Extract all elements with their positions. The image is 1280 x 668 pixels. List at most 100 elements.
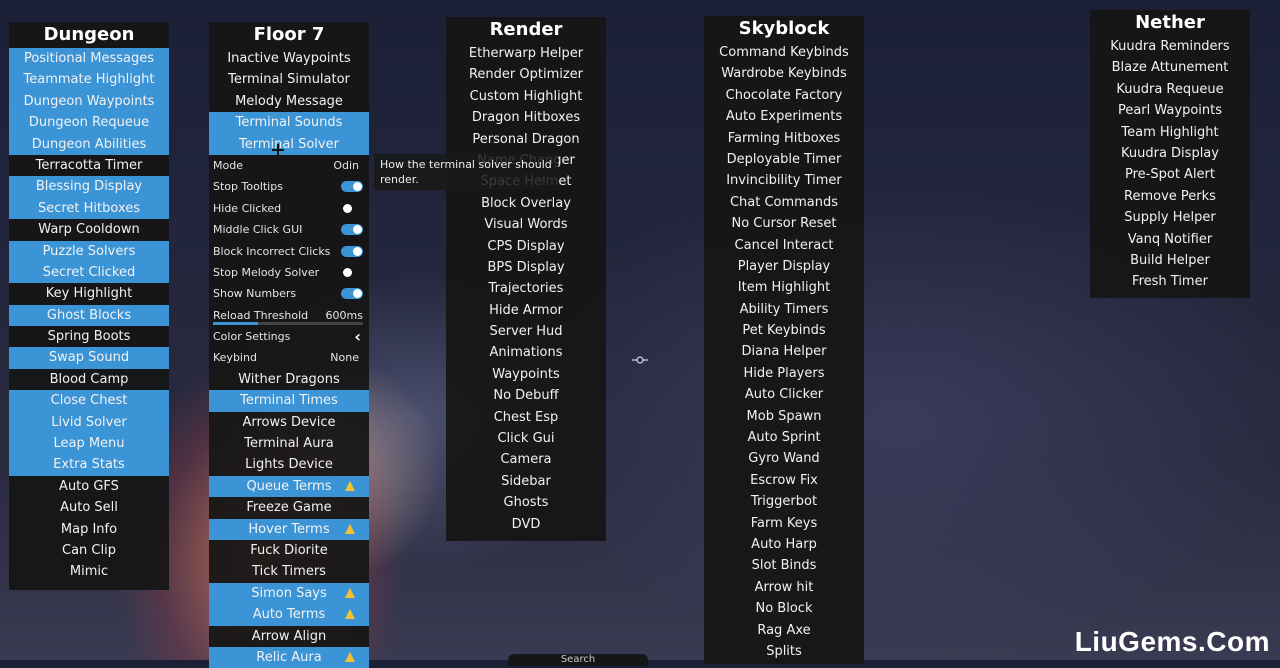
module-dungeon-abilities[interactable]: Dungeon Abilities: [9, 133, 169, 155]
module-terminal-times[interactable]: Terminal Times: [209, 390, 369, 412]
module-fresh-timer[interactable]: Fresh Timer: [1090, 271, 1250, 292]
module-ghosts[interactable]: Ghosts: [446, 492, 606, 513]
module-no-cursor-reset[interactable]: No Cursor Reset: [704, 213, 864, 234]
setting-block-incorrect-clicks[interactable]: Block Incorrect Clicks: [209, 241, 369, 262]
module-visual-words[interactable]: Visual Words: [446, 214, 606, 235]
module-click-gui[interactable]: Click Gui: [446, 428, 606, 449]
module-auto-clicker[interactable]: Auto Clicker: [704, 384, 864, 405]
module-triggerbot[interactable]: Triggerbot: [704, 491, 864, 512]
module-team-highlight[interactable]: Team Highlight: [1090, 122, 1250, 143]
render-panel-title[interactable]: Render: [446, 17, 606, 43]
module-fuck-diorite[interactable]: Fuck Diorite: [209, 540, 369, 561]
module-hide-armor[interactable]: Hide Armor: [446, 300, 606, 321]
module-kuudra-reminders[interactable]: Kuudra Reminders: [1090, 36, 1250, 57]
module-wither-dragons[interactable]: Wither Dragons: [209, 369, 369, 390]
module-ability-timers[interactable]: Ability Timers: [704, 299, 864, 320]
module-build-helper[interactable]: Build Helper: [1090, 250, 1250, 271]
module-mob-spawn[interactable]: Mob Spawn: [704, 406, 864, 427]
module-key-highlight[interactable]: Key Highlight: [9, 283, 169, 304]
module-pre-spot-alert[interactable]: Pre-Spot Alert: [1090, 164, 1250, 185]
module-pet-keybinds[interactable]: Pet Keybinds: [704, 320, 864, 341]
setting-color-settings[interactable]: Color Settings ‹: [209, 326, 369, 347]
chevron-left-icon[interactable]: ‹: [354, 326, 361, 347]
module-cps-display[interactable]: CPS Display: [446, 236, 606, 257]
module-deployable-timer[interactable]: Deployable Timer: [704, 149, 864, 170]
module-camera[interactable]: Camera: [446, 449, 606, 470]
module-sidebar[interactable]: Sidebar: [446, 471, 606, 492]
module-map-info[interactable]: Map Info: [9, 519, 169, 540]
module-terminal-simulator[interactable]: Terminal Simulator: [209, 69, 369, 90]
setting-stop-melody-solver[interactable]: Stop Melody Solver: [209, 262, 369, 283]
setting-reload-threshold[interactable]: Reload Threshold 600ms: [209, 305, 369, 326]
module-no-block[interactable]: No Block: [704, 598, 864, 619]
module-puzzle-solvers[interactable]: Puzzle Solvers: [9, 240, 169, 262]
module-auto-experiments[interactable]: Auto Experiments: [704, 106, 864, 127]
dungeon-panel-title[interactable]: Dungeon: [9, 22, 169, 48]
module-rag-axe[interactable]: Rag Axe: [704, 620, 864, 641]
module-kuudra-display[interactable]: Kuudra Display: [1090, 143, 1250, 164]
module-chocolate-factory[interactable]: Chocolate Factory: [704, 85, 864, 106]
module-no-debuff[interactable]: No Debuff: [446, 385, 606, 406]
module-dungeon-requeue[interactable]: Dungeon Requeue: [9, 112, 169, 134]
setting-hide-clicked[interactable]: Hide Clicked: [209, 198, 369, 219]
module-secret-clicked[interactable]: Secret Clicked: [9, 261, 169, 284]
module-animations[interactable]: Animations: [446, 342, 606, 363]
module-chest-esp[interactable]: Chest Esp: [446, 407, 606, 428]
module-farming-hitboxes[interactable]: Farming Hitboxes: [704, 128, 864, 149]
module-diana-helper[interactable]: Diana Helper: [704, 341, 864, 362]
setting-value[interactable]: None: [330, 347, 359, 368]
module-etherwarp-helper[interactable]: Etherwarp Helper: [446, 43, 606, 64]
module-auto-harp[interactable]: Auto Harp: [704, 534, 864, 555]
module-auto-sell[interactable]: Auto Sell: [9, 497, 169, 518]
toggle-switch[interactable]: [341, 224, 363, 236]
module-lights-device[interactable]: Lights Device: [209, 454, 369, 475]
module-freeze-game[interactable]: Freeze Game: [209, 497, 369, 518]
nether-panel-title[interactable]: Nether: [1090, 10, 1250, 36]
module-waypoints[interactable]: Waypoints: [446, 364, 606, 385]
module-can-clip[interactable]: Can Clip: [9, 540, 169, 561]
setting-keybind[interactable]: Keybind None: [209, 347, 369, 368]
module-cancel-interact[interactable]: Cancel Interact: [704, 235, 864, 256]
toggle-switch[interactable]: [341, 267, 363, 278]
setting-mode[interactable]: Mode Odin: [209, 155, 369, 176]
module-block-overlay[interactable]: Block Overlay: [446, 193, 606, 214]
module-pearl-waypoints[interactable]: Pearl Waypoints: [1090, 100, 1250, 121]
slider-track[interactable]: [213, 322, 363, 326]
module-teammate-highlight[interactable]: Teammate Highlight: [9, 69, 169, 91]
toggle-switch[interactable]: [341, 203, 363, 214]
module-render-optimizer[interactable]: Render Optimizer: [446, 64, 606, 85]
module-blaze-attunement[interactable]: Blaze Attunement: [1090, 57, 1250, 78]
module-item-highlight[interactable]: Item Highlight: [704, 277, 864, 298]
module-swap-sound[interactable]: Swap Sound: [9, 347, 169, 369]
module-mimic[interactable]: Mimic: [9, 561, 169, 582]
setting-stop-tooltips[interactable]: Stop Tooltips: [209, 176, 369, 197]
module-remove-perks[interactable]: Remove Perks: [1090, 186, 1250, 207]
toggle-switch[interactable]: [341, 245, 363, 257]
module-ghost-blocks[interactable]: Ghost Blocks: [9, 304, 169, 327]
module-auto-sprint[interactable]: Auto Sprint: [704, 427, 864, 448]
module-supply-helper[interactable]: Supply Helper: [1090, 207, 1250, 228]
module-arrows-device[interactable]: Arrows Device: [209, 412, 369, 433]
module-slot-binds[interactable]: Slot Binds: [704, 555, 864, 576]
module-queue-terms[interactable]: Queue Terms: [209, 475, 369, 498]
module-command-keybinds[interactable]: Command Keybinds: [704, 42, 864, 63]
module-auto-terms[interactable]: Auto Terms: [209, 604, 369, 626]
module-close-chest[interactable]: Close Chest: [9, 390, 169, 412]
module-escrow-fix[interactable]: Escrow Fix: [704, 470, 864, 491]
module-wardrobe-keybinds[interactable]: Wardrobe Keybinds: [704, 63, 864, 84]
module-livid-solver[interactable]: Livid Solver: [9, 411, 169, 434]
module-warp-cooldown[interactable]: Warp Cooldown: [9, 219, 169, 240]
module-personal-dragon[interactable]: Personal Dragon: [446, 129, 606, 150]
floor7-panel-title[interactable]: Floor 7: [209, 22, 369, 48]
module-simon-says[interactable]: Simon Says: [209, 582, 369, 605]
module-vanq-notifier[interactable]: Vanq Notifier: [1090, 229, 1250, 250]
module-blood-camp[interactable]: Blood Camp: [9, 369, 169, 390]
module-arrow-hit[interactable]: Arrow hit: [704, 577, 864, 598]
module-extra-stats[interactable]: Extra Stats: [9, 454, 169, 476]
setting-value[interactable]: Odin: [333, 155, 359, 176]
module-terminal-solver[interactable]: Terminal Solver: [209, 133, 369, 155]
module-terminal-sounds[interactable]: Terminal Sounds: [209, 112, 369, 134]
module-player-display[interactable]: Player Display: [704, 256, 864, 277]
setting-show-numbers[interactable]: Show Numbers: [209, 283, 369, 304]
toggle-switch[interactable]: [341, 181, 363, 193]
